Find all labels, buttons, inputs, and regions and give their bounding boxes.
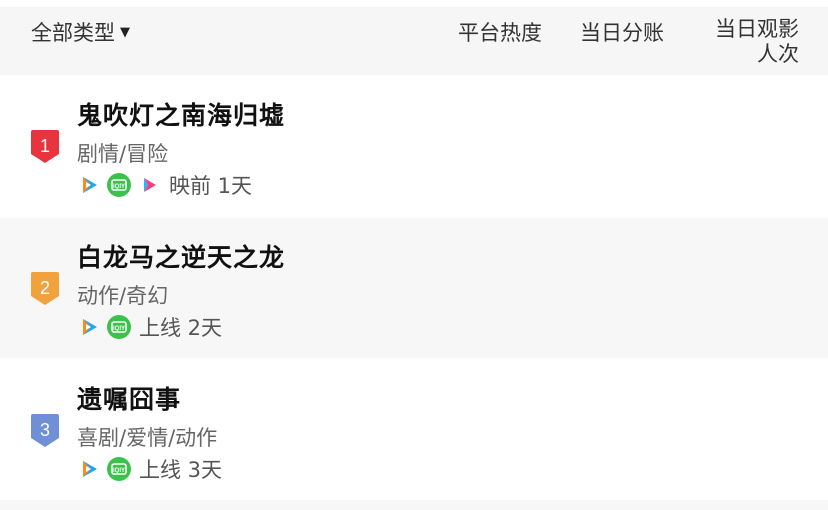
- column-header-daily-viewers[interactable]: 当日观影人次: [711, 17, 799, 67]
- rank-number: 3: [40, 420, 50, 440]
- movie-genre: 喜剧/爱情/动作: [77, 426, 218, 450]
- list-item[interactable]: 1 鬼吹灯之南海归墟 剧情/冒险 iQIY 映前 1天: [0, 76, 828, 216]
- iqiyi-icon: iQIY: [107, 315, 131, 339]
- svg-text:iQIY: iQIY: [113, 326, 125, 332]
- rank-badge: 1: [30, 128, 60, 165]
- tencent-video-icon: [77, 315, 101, 339]
- movie-genre: 剧情/冒险: [77, 142, 169, 166]
- svg-text:iQIY: iQIY: [113, 468, 125, 474]
- rank-number: 1: [40, 136, 50, 156]
- movie-title[interactable]: 白龙马之逆天之龙: [77, 238, 285, 274]
- type-filter-label: 全部类型: [31, 21, 115, 45]
- caret-down-icon: ▼: [120, 24, 130, 40]
- list-header: 全部类型 ▼ 平台热度 当日分账 当日观影人次: [0, 7, 828, 75]
- rank-number: 2: [40, 278, 50, 298]
- column-header-heat[interactable]: 平台热度: [458, 17, 542, 47]
- list-footer-divider: [0, 500, 828, 510]
- iqiyi-icon: iQIY: [107, 173, 131, 197]
- list-item[interactable]: 2 白龙马之逆天之龙 动作/奇幻 iQIY 上线 2天: [0, 218, 828, 358]
- list-item[interactable]: 3 遗嘱囧事 喜剧/爱情/动作 iQIY 上线 3天: [0, 360, 828, 500]
- release-status: 上线 3天: [139, 458, 223, 482]
- movie-genre: 动作/奇幻: [77, 284, 169, 308]
- platform-list: iQIY 上线 2天: [77, 315, 223, 340]
- rank-badge: 2: [30, 270, 60, 307]
- youku-icon: [137, 173, 161, 197]
- platform-list: iQIY 映前 1天: [77, 173, 253, 198]
- svg-text:iQIY: iQIY: [113, 184, 125, 190]
- platform-list: iQIY 上线 3天: [77, 457, 223, 482]
- rank-badge: 3: [30, 412, 60, 449]
- release-status: 映前 1天: [169, 174, 253, 198]
- movie-title[interactable]: 鬼吹灯之南海归墟: [77, 96, 285, 132]
- iqiyi-icon: iQIY: [107, 457, 131, 481]
- tencent-video-icon: [77, 457, 101, 481]
- type-filter-dropdown[interactable]: 全部类型 ▼: [31, 17, 130, 47]
- movie-title[interactable]: 遗嘱囧事: [77, 380, 181, 416]
- tencent-video-icon: [77, 173, 101, 197]
- column-header-daily-split[interactable]: 当日分账: [580, 17, 664, 47]
- release-status: 上线 2天: [139, 316, 223, 340]
